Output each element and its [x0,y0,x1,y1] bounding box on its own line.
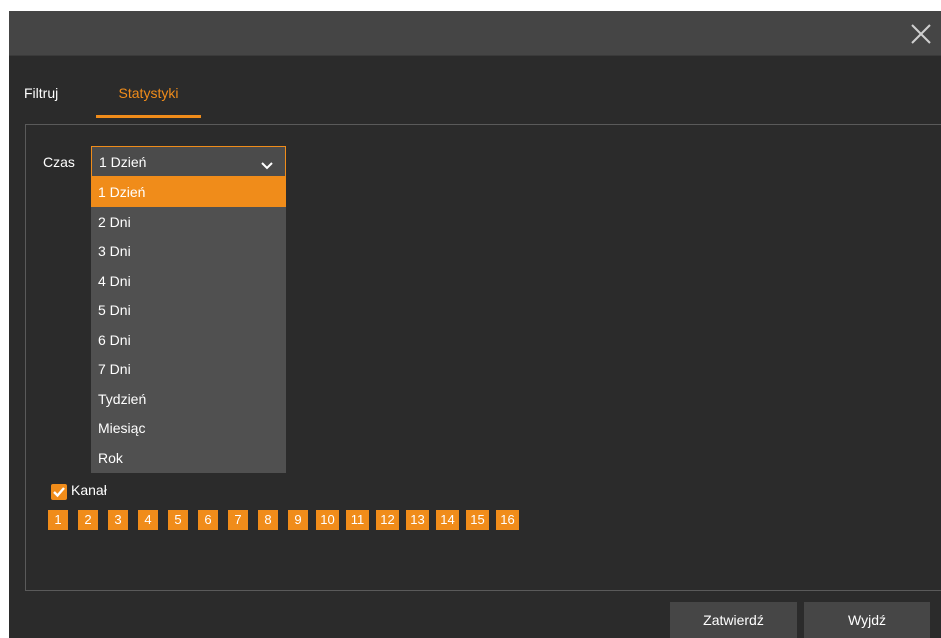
channel-button[interactable]: 3 [108,510,128,530]
channel-button[interactable]: 8 [258,510,278,530]
chevron-down-icon [261,157,273,175]
dialog-titlebar [9,11,941,56]
czas-option-1-dzien[interactable]: 1 Dzień [91,177,286,207]
czas-select[interactable]: 1 Dzień [91,146,286,177]
channel-button[interactable]: 2 [78,510,98,530]
czas-label: Czas [43,154,75,170]
czas-option-5-dni[interactable]: 5 Dni [91,295,286,325]
channel-button[interactable]: 12 [376,510,399,530]
channel-button[interactable]: 14 [436,510,459,530]
tab-filtruj[interactable]: Filtruj [24,85,58,101]
exit-button[interactable]: Wyjdź [804,602,930,638]
czas-selected-value: 1 Dzień [99,154,147,170]
channel-button[interactable]: 11 [346,510,369,530]
channel-button[interactable]: 15 [466,510,489,530]
confirm-button[interactable]: Zatwierdź [670,602,797,638]
czas-option-7-dni[interactable]: 7 Dni [91,354,286,384]
czas-option-4-dni[interactable]: 4 Dni [91,266,286,296]
channel-button[interactable]: 16 [496,510,519,530]
statistics-dialog: Filtruj Statystyki Czas 1 Dzień 1 Dzień … [9,11,941,638]
close-icon[interactable] [907,20,935,48]
channel-button[interactable]: 10 [316,510,339,530]
channel-button[interactable]: 13 [406,510,429,530]
czas-option-3-dni[interactable]: 3 Dni [91,236,286,266]
channel-button[interactable]: 9 [288,510,308,530]
channel-button[interactable]: 4 [138,510,158,530]
czas-option-miesiac[interactable]: Miesiąc [91,413,286,443]
czas-dropdown-list: 1 Dzień 2 Dni 3 Dni 4 Dni 5 Dni 6 Dni 7 … [91,177,286,473]
channel-button[interactable]: 6 [198,510,218,530]
tab-statystyki-label: Statystyki [118,85,179,101]
checkmark-icon [53,487,65,498]
channel-button[interactable]: 7 [228,510,248,530]
channel-button[interactable]: 1 [48,510,68,530]
czas-option-tydzien[interactable]: Tydzień [91,384,286,414]
tab-statystyki[interactable]: Statystyki [96,85,201,119]
kanal-checkbox[interactable] [51,484,67,500]
czas-option-6-dni[interactable]: 6 Dni [91,325,286,355]
czas-option-rok[interactable]: Rok [91,443,286,473]
channel-button[interactable]: 5 [168,510,188,530]
active-tab-indicator [96,115,201,118]
kanal-label: Kanał [71,482,107,498]
czas-option-2-dni[interactable]: 2 Dni [91,207,286,237]
